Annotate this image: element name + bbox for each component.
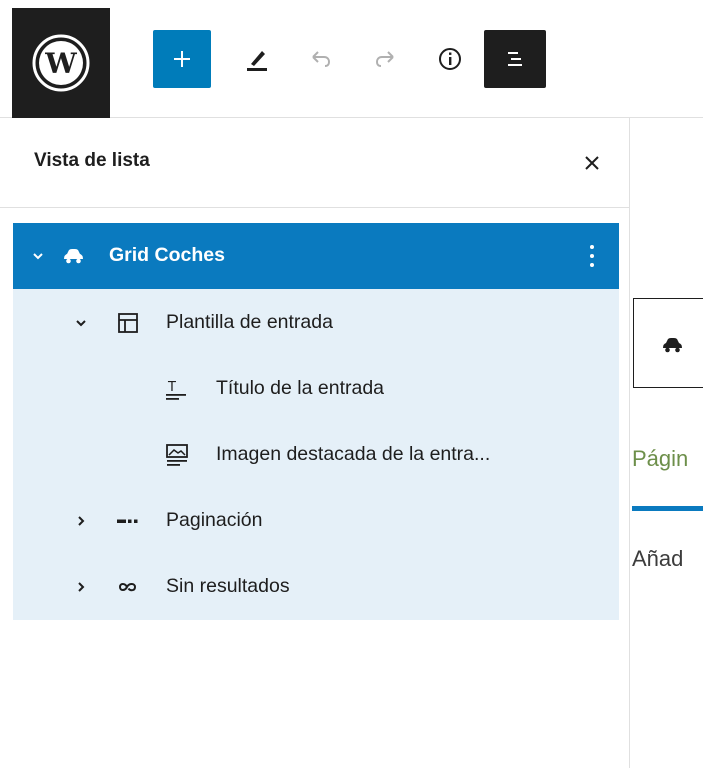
template-icon <box>118 313 138 333</box>
redo-icon <box>375 51 394 67</box>
list-item-paginacion[interactable]: Paginación <box>13 488 619 554</box>
info-icon <box>439 48 461 70</box>
block-options-button[interactable] <box>577 241 607 271</box>
editor-canvas: Págin Añad <box>630 118 703 768</box>
list-view-tree: Grid Coches Plantilla de entrada T Títul… <box>13 223 619 620</box>
list-item-label: Sin resultados <box>166 575 290 597</box>
svg-text:W: W <box>44 47 77 80</box>
undo-icon <box>312 51 331 67</box>
details-button[interactable] <box>421 30 479 88</box>
list-item-imagen-destacada[interactable]: Imagen destacada de la entra... <box>13 422 619 488</box>
list-view-panel: Vista de lista Grid Coches Plantilla de … <box>0 118 630 768</box>
loop-icon <box>118 583 137 592</box>
svg-text:T: T <box>167 380 176 395</box>
chevron-down-icon[interactable] <box>29 247 47 265</box>
list-item-grid-coches[interactable]: Grid Coches <box>13 223 619 289</box>
list-view-title: Vista de lista <box>34 150 150 171</box>
wordpress-logo-button[interactable]: W <box>12 8 110 118</box>
car-icon[interactable] <box>658 331 686 359</box>
block-toolbar <box>633 298 703 388</box>
canvas-pagination-text[interactable]: Págin <box>632 446 688 472</box>
list-view-toggle-button[interactable] <box>484 30 546 88</box>
list-item-label: Imagen destacada de la entra... <box>216 443 491 465</box>
block-inserter-button[interactable] <box>153 30 211 88</box>
list-view-icon <box>508 52 522 66</box>
chevron-right-icon[interactable] <box>72 512 90 530</box>
redo-button[interactable] <box>356 30 414 88</box>
canvas-pagination-underline <box>632 506 703 511</box>
pencil-icon <box>247 51 267 71</box>
editor-header-toolbar: W <box>0 0 703 118</box>
pagination-icon <box>117 519 138 523</box>
wordpress-logo-icon: W <box>32 34 90 92</box>
tools-button[interactable] <box>228 30 286 88</box>
list-view-header: Vista de lista <box>0 118 629 208</box>
title-icon: T <box>166 380 186 400</box>
plus-icon <box>174 51 190 67</box>
list-item-plantilla-de-entrada[interactable]: Plantilla de entrada <box>13 290 619 356</box>
list-item-label: Grid Coches <box>109 244 225 266</box>
undo-button[interactable] <box>292 30 350 88</box>
more-vertical-icon <box>590 245 594 267</box>
chevron-right-icon[interactable] <box>72 578 90 596</box>
featured-image-icon <box>166 444 188 466</box>
close-list-view-button[interactable] <box>577 148 607 178</box>
list-item-label: Título de la entrada <box>216 377 385 399</box>
list-item-sin-resultados[interactable]: Sin resultados <box>13 554 619 620</box>
list-item-label: Paginación <box>166 509 263 531</box>
car-icon <box>64 249 83 264</box>
canvas-no-results-text[interactable]: Añad <box>632 546 683 572</box>
list-item-label: Plantilla de entrada <box>166 311 333 333</box>
close-icon <box>585 156 599 170</box>
chevron-down-icon[interactable] <box>72 314 90 332</box>
list-item-titulo-de-la-entrada[interactable]: T Título de la entrada <box>13 356 619 422</box>
